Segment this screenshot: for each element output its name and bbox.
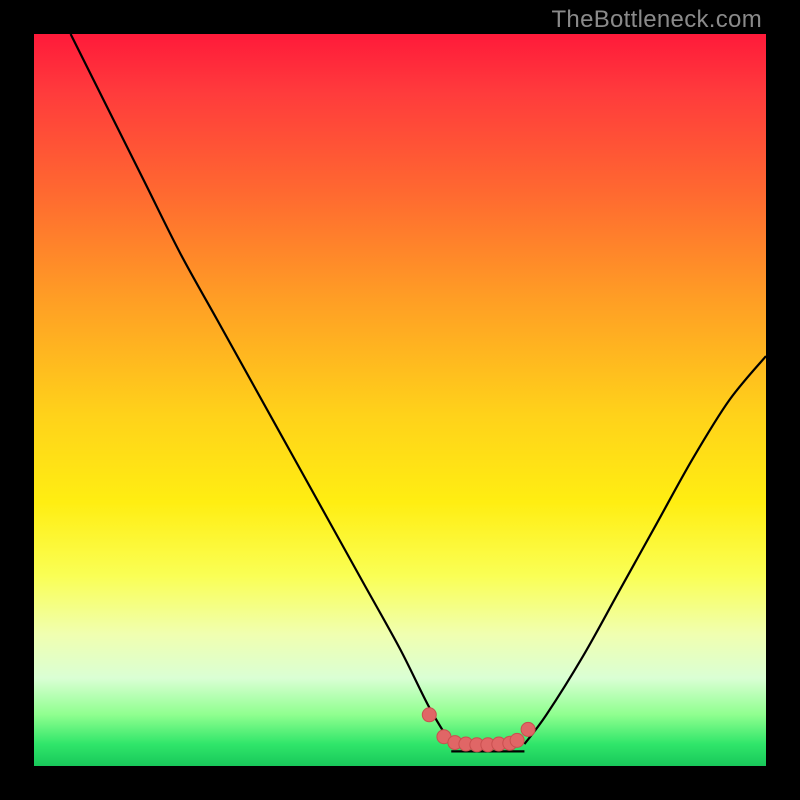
- highlight-marker: [510, 733, 524, 747]
- curve-left-branch: [71, 34, 452, 744]
- highlight-markers: [422, 708, 535, 752]
- highlight-marker: [422, 708, 436, 722]
- plot-area: [34, 34, 766, 766]
- chart-svg: [34, 34, 766, 766]
- watermark-text: TheBottleneck.com: [551, 6, 762, 34]
- highlight-marker: [521, 722, 535, 736]
- chart-frame: TheBottleneck.com: [0, 0, 800, 800]
- curve-right-branch: [524, 356, 766, 744]
